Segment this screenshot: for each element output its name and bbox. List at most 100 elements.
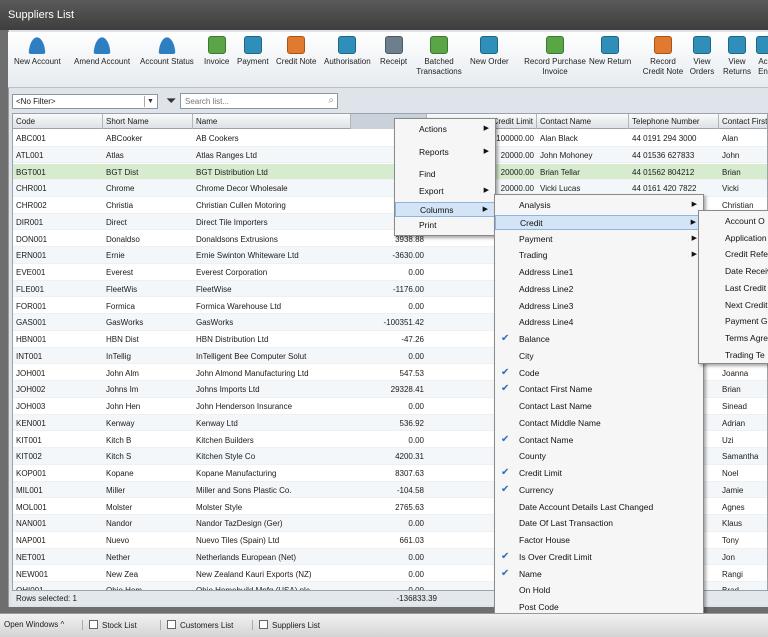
cell-code: GAS001: [16, 318, 47, 328]
cell-code: NAP001: [16, 536, 46, 545]
column-option[interactable]: Payment ▶: [495, 232, 703, 247]
search-input[interactable]: Search list... ⌕: [180, 93, 338, 109]
column-option[interactable]: Factor House: [495, 533, 703, 548]
credit-column-option[interactable]: Date Receiv: [699, 264, 768, 279]
column-option[interactable]: ✔ Contact First Name: [495, 382, 703, 397]
column-option[interactable]: Analysis ▶: [495, 198, 703, 213]
column-option[interactable]: On Hold: [495, 583, 703, 598]
cell-name: AB Cookers: [196, 134, 239, 143]
menu-item-print[interactable]: Print: [395, 220, 495, 234]
new-order-button[interactable]: New Order: [470, 36, 509, 67]
column-option[interactable]: Address Line1: [495, 265, 703, 280]
invoice-button[interactable]: Invoice: [204, 36, 229, 67]
cell-balance: -1176.00: [393, 284, 424, 294]
cell-short: John Alm: [106, 368, 139, 378]
credit-note-button[interactable]: Credit Note: [276, 36, 316, 67]
checkmark-icon: ✔: [501, 383, 510, 395]
column-option[interactable]: ✔ Code: [495, 366, 703, 381]
col-header-short-name[interactable]: Short Name: [103, 114, 193, 129]
col-header-telephone[interactable]: Telephone Number: [629, 114, 719, 129]
columns-submenu: Analysis ▶ Credit ▶ Payment ▶ Trading ▶ Address …: [494, 194, 704, 637]
view-returns-icon: [728, 36, 746, 54]
menu-item-export[interactable]: Export ▶: [395, 186, 495, 200]
payment-button[interactable]: Payment: [237, 36, 269, 67]
column-option[interactable]: Address Line3: [495, 299, 703, 314]
chevron-right-icon: ▶: [482, 206, 488, 213]
column-option[interactable]: City: [495, 349, 703, 364]
cell-first: John: [722, 150, 740, 160]
col-header-contact-first[interactable]: Contact First: [719, 114, 767, 129]
taskbar-tab-customers-list[interactable]: Customers List: [160, 620, 233, 630]
column-option[interactable]: ✔ Balance: [495, 332, 703, 347]
credit-note-icon: [287, 36, 306, 54]
table-row[interactable]: ABC001ABCookerAB Cookers49100000.00Alan …: [13, 130, 767, 147]
column-option[interactable]: Address Line4: [495, 315, 703, 330]
taskbar-tab-suppliers-list[interactable]: Suppliers List: [252, 620, 320, 630]
record-purchase-invoice-button[interactable]: Record Purchase Invoice: [520, 36, 590, 77]
cell-name: Johns Imports Ltd: [196, 385, 260, 395]
open-windows-button[interactable]: Open Windows ^: [4, 620, 64, 629]
cell-short: Kitch S: [106, 452, 132, 462]
cell-balance: -104.58: [396, 485, 424, 495]
column-option[interactable]: Credit ▶: [495, 214, 703, 230]
search-icon[interactable]: ⌕: [328, 95, 334, 106]
column-option[interactable]: ✔ Name: [495, 567, 703, 582]
credit-column-option[interactable]: Last Credit: [699, 281, 768, 296]
receipt-button[interactable]: Receipt: [380, 36, 407, 67]
menu-item-reports[interactable]: Reports ▶: [395, 147, 495, 161]
credit-column-option[interactable]: Terms Agre: [699, 331, 768, 346]
credit-column-option[interactable]: Credit Refe: [699, 247, 768, 262]
batched-transactions-button[interactable]: Batched Transactions: [414, 36, 464, 77]
menu-item-actions[interactable]: Actions ▶: [395, 124, 495, 138]
column-option[interactable]: Trading ▶: [495, 248, 703, 263]
amend-account-button[interactable]: Amend Account: [74, 36, 130, 67]
cell-phone: 44 01562 804212: [632, 167, 695, 177]
column-option[interactable]: County: [495, 449, 703, 464]
menu-item-find[interactable]: Find: [395, 169, 495, 183]
cell-name: Everest Corporation: [196, 268, 268, 277]
authorisation-button[interactable]: Authorisation: [324, 36, 371, 67]
new-account-button[interactable]: New Account: [14, 36, 61, 67]
credit-column-option[interactable]: Next Credit: [699, 298, 768, 313]
cell-code: CHR001: [16, 184, 47, 194]
column-option[interactable]: Contact Middle Name: [495, 416, 703, 431]
credit-column-option[interactable]: Trading Te: [699, 348, 768, 363]
cell-balance: -47.26: [401, 335, 424, 344]
cell-balance: -3630.00: [392, 251, 424, 261]
new-return-button[interactable]: New Return: [589, 36, 631, 67]
credit-column-option[interactable]: Account O: [699, 214, 768, 229]
column-option[interactable]: ✔ Credit Limit: [495, 466, 703, 481]
view-returns-button[interactable]: View Returns: [722, 36, 752, 77]
credit-column-option[interactable]: Application: [699, 231, 768, 246]
account-enquiry-button[interactable]: Ac En: [756, 36, 768, 77]
cell-first: Rangi: [722, 569, 743, 579]
view-orders-button[interactable]: View Orders: [688, 36, 716, 77]
column-option[interactable]: Contact Last Name: [495, 399, 703, 414]
cell-short: John Hen: [106, 402, 141, 411]
table-row[interactable]: ATL001 Atlas Atlas Ranges Ltd 20000.00 John …: [13, 146, 767, 164]
cell-short: GasWorks: [106, 318, 144, 328]
column-option[interactable]: Date Of Last Transaction: [495, 516, 703, 531]
column-option[interactable]: ✔ Currency: [495, 483, 703, 498]
column-option[interactable]: ✔ Is Over Credit Limit: [495, 550, 703, 565]
table-row[interactable]: BGT001BGT DistBGT Distribution Ltd-13200…: [13, 163, 767, 181]
column-option[interactable]: Date Account Details Last Changed: [495, 500, 703, 515]
col-header-name[interactable]: Name: [193, 114, 351, 129]
filter-select[interactable]: <No Filter> ▼: [12, 94, 158, 109]
col-header-code[interactable]: Code: [13, 114, 103, 129]
menu-item-columns[interactable]: Columns ▶: [395, 202, 495, 217]
credit-column-option[interactable]: Payment G: [699, 314, 768, 329]
account-status-button[interactable]: Account Status: [140, 36, 194, 67]
taskbar-tab-stock-list[interactable]: Stock List: [82, 620, 137, 630]
chevron-down-icon[interactable]: ▼: [144, 96, 156, 107]
context-menu: Actions ▶ Reports ▶ Find Export ▶ Columns ▶ …: [394, 118, 496, 236]
cell-code: NET001: [16, 552, 46, 562]
col-header-contact-name[interactable]: Contact Name: [537, 114, 629, 129]
cell-first: Tony: [722, 536, 739, 545]
column-option[interactable]: Address Line2: [495, 282, 703, 297]
cell-short: Kopane: [106, 469, 134, 478]
new-account-icon: [28, 36, 47, 54]
filter-icon[interactable]: ⏷: [166, 94, 176, 107]
record-credit-note-button[interactable]: Record Credit Note: [642, 36, 684, 77]
column-option[interactable]: ✔ Contact Name: [495, 433, 703, 448]
